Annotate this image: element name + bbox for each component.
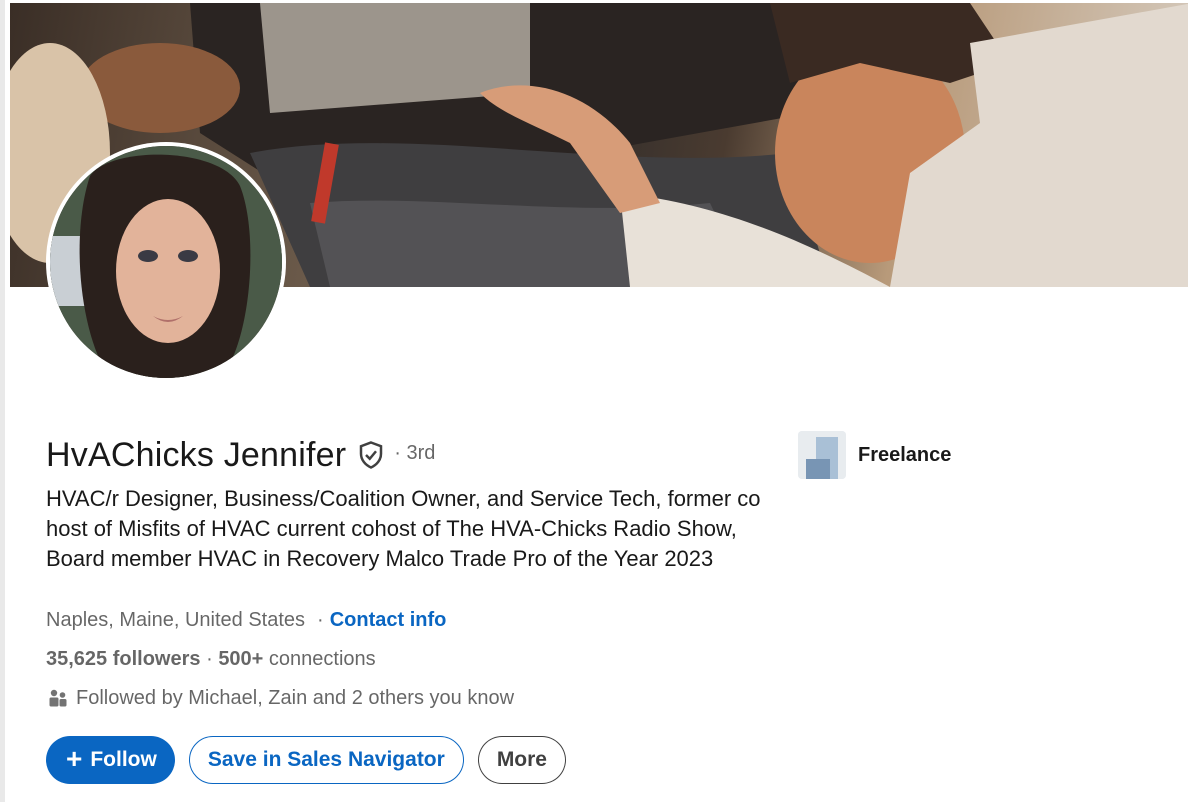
location-row: Naples, Maine, United States · Contact i… bbox=[46, 609, 446, 632]
followers-count[interactable]: 35,625 followers bbox=[46, 648, 201, 670]
people-icon bbox=[46, 686, 70, 710]
network-stats: 35,625 followers · 500+ connections bbox=[46, 648, 376, 671]
profile-photo-image bbox=[50, 146, 282, 378]
separator: · bbox=[317, 609, 324, 631]
profile-name: HvAChicks Jennifer bbox=[46, 435, 347, 474]
profile-headline: HVAC/r Designer, Business/Coalition Owne… bbox=[46, 486, 761, 571]
current-company[interactable]: Freelance bbox=[798, 431, 951, 479]
follow-label: Follow bbox=[90, 748, 157, 771]
contact-info-link[interactable]: Contact info bbox=[330, 609, 447, 632]
stats-separator: · bbox=[200, 648, 219, 670]
plus-icon: + bbox=[66, 743, 83, 774]
shield-check-icon[interactable] bbox=[356, 440, 386, 470]
followed-by-text: Followed by Michael, Zain and 2 others y… bbox=[76, 686, 515, 709]
connection-degree: · 3rd bbox=[394, 441, 436, 464]
connections-label: connections bbox=[263, 648, 376, 670]
follow-button[interactable]: + Follow bbox=[46, 736, 175, 784]
profile-photo-art bbox=[50, 146, 282, 378]
profile-card: HvAChicks Jennifer · 3rd HVAC/r Designer… bbox=[0, 0, 1188, 802]
company-name: Freelance bbox=[858, 443, 952, 466]
mutual-connections[interactable]: Followed by Michael, Zain and 2 others y… bbox=[46, 686, 514, 710]
more-button[interactable]: More bbox=[477, 736, 566, 784]
name-row: HvAChicks Jennifer · 3rd bbox=[46, 432, 435, 478]
save-in-sales-navigator-button[interactable]: Save in Sales Navigator bbox=[188, 736, 464, 784]
location: Naples, Maine, United States bbox=[46, 609, 306, 631]
profile-actions: + Follow Save in Sales Navigator More bbox=[46, 736, 566, 784]
connections-count[interactable]: 500+ bbox=[218, 648, 263, 670]
company-logo bbox=[798, 431, 846, 479]
profile-photo[interactable] bbox=[46, 142, 286, 382]
